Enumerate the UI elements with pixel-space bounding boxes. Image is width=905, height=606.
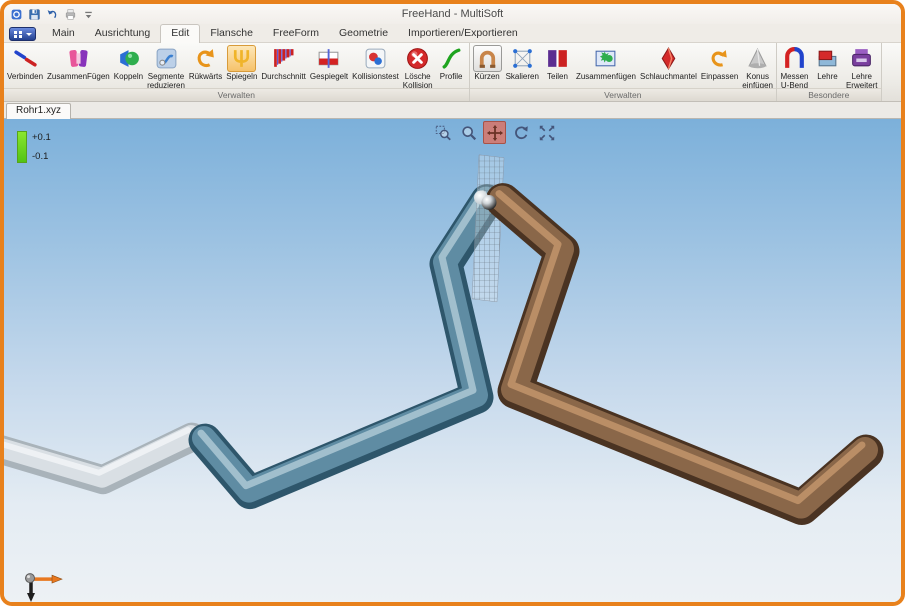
skalieren-icon [508,45,537,72]
application-window: FreeHand - MultiSoft MainAusrichtungEdit… [0,0,905,606]
ribbon-tab-bar: MainAusrichtungEditFlanscheFreeFormGeome… [4,24,901,43]
ribbon-group-title: Verwalten [4,88,469,101]
viewport-toolbar [431,121,558,144]
spiegeln-icon [227,45,256,72]
rotate-icon [512,124,530,142]
ribbon-button-label: Profile [440,73,463,82]
kuerzen-icon [473,45,502,72]
ribbon-button-schlauchmantel[interactable]: Schlauchmantel [638,45,699,82]
window-border: FreeHand - MultiSoft MainAusrichtungEdit… [0,0,905,606]
ribbon-button-lehre[interactable]: Lehre [811,45,844,82]
ribbon-button-messen-ubend[interactable]: Messen U-Bend [778,45,811,91]
ribbon-button-label: Spiegeln [226,73,257,82]
ribbon-button-label: Lehre [817,73,837,82]
title-bar[interactable]: FreeHand - MultiSoft [4,4,901,24]
ribbon-button-label: Verbinden [7,73,43,82]
ribbon-button-kuerzen[interactable]: Kürzen [471,45,504,82]
verbinden-icon [11,45,40,72]
gespiegelt-icon [314,45,343,72]
ribbon-group-title: Besondere [777,88,881,101]
ribbon-button-kollisionstest[interactable]: Kollisionstest [350,45,401,82]
ribbon-button-label: Kollisionstest [352,73,399,82]
pan-button[interactable] [483,121,506,144]
ribbon-button-label: Kürzen [474,73,499,82]
tab-flansche[interactable]: Flansche [200,25,263,42]
ribbon-button-segmente-reduzieren[interactable]: Segmente reduzieren [145,45,187,91]
lehre-erweitert-icon [847,45,876,72]
ribbon-button-koppeln[interactable]: Koppeln [112,45,145,82]
segmente-reduzieren-icon [152,45,181,72]
schlauchmantel-icon [654,45,683,72]
rueckwaerts-icon [191,45,220,72]
legend-min-value: -0.1 [32,151,51,162]
ribbon-button-label: Einpassen [701,73,738,82]
legend-color-bar [17,131,27,163]
ribbon-group-0: Verbinden ZusammenFügen KoppelnSegmente re… [4,43,470,101]
app-menu-button[interactable] [9,27,36,41]
pan-icon [486,124,504,142]
zusammenfuegen-icon [64,45,93,72]
ribbon-button-einpassen[interactable]: Einpassen [699,45,740,82]
zoom-button[interactable] [457,121,480,144]
ribbon-button-durchschnitt[interactable]: Durchschnitt [259,45,307,82]
ribbon-button-profile[interactable]: Profile [435,45,468,82]
ribbon-button-label: Zusammenfügen [576,73,636,82]
zoom-icon [460,124,478,142]
ribbon-button-skalieren[interactable]: Skalieren [504,45,541,82]
ribbon-button-zusammenfuegen2[interactable]: Zusammenfügen [574,45,638,82]
document-tabbar: Rohr1.xyz [4,102,901,119]
ribbon-group-1: Kürzen Skalieren Teilen Zusammenfügen Schlau… [470,43,777,101]
profile-icon [437,45,466,72]
ribbon-button-label: Durchschnitt [261,73,305,82]
konus-einfuegen-icon [743,45,772,72]
loesche-kollision-icon [403,45,432,72]
teilen-icon [543,45,572,72]
ribbon-button-konus-einfuegen[interactable]: Konus einfügen [740,45,775,91]
ribbon-button-label: Gespiegelt [310,73,348,82]
ribbon-button-label: Rükwärts [189,73,222,82]
ribbon-button-lehre-erweitert[interactable]: Lehre Erweitert [844,45,880,91]
tab-main[interactable]: Main [42,25,85,42]
ribbon-button-loesche-kollision[interactable]: Lösche Kollision [401,45,435,91]
tab-importieren-exportieren[interactable]: Importieren/Exportieren [398,25,528,42]
koppeln-icon [114,45,143,72]
zoom-window-button[interactable] [431,121,454,144]
ribbon-button-label: Skalieren [506,73,539,82]
rotate-button[interactable] [509,121,532,144]
viewport-3d[interactable]: +0.1 -0.1 [4,119,901,602]
ribbon-button-zusammenfuegen[interactable]: ZusammenFügen [45,45,112,82]
legend-max-value: +0.1 [32,132,51,143]
kollisionstest-icon [361,45,390,72]
tab-edit[interactable]: Edit [160,24,200,43]
ribbon-button-spiegeln[interactable]: Spiegeln [224,45,259,82]
ribbon-button-label: Koppeln [114,73,143,82]
durchschnitt-icon [269,45,298,72]
zoom-window-icon [434,124,452,142]
tab-freeform[interactable]: FreeForm [263,25,329,42]
ribbon: Verbinden ZusammenFügen KoppelnSegmente re… [4,43,901,102]
scene-svg-container [4,119,901,602]
ribbon-group-2: Messen U-Bend Lehre Lehre ErweitertBesonde… [777,43,882,101]
ribbon-group-title: Verwalten [470,88,776,101]
window-title: FreeHand - MultiSoft [4,8,901,20]
tab-geometrie[interactable]: Geometrie [329,25,398,42]
ribbon-groups: Verbinden ZusammenFügen KoppelnSegmente re… [4,43,882,101]
einpassen-icon [705,45,734,72]
deviation-legend: +0.1 -0.1 [17,131,51,163]
fit-view-button[interactable] [535,121,558,144]
ribbon-button-teilen[interactable]: Teilen [541,45,574,82]
messen-ubend-icon [780,45,809,72]
ribbon-button-label: ZusammenFügen [47,73,110,82]
ribbon-button-label: Schlauchmantel [640,73,697,82]
document-tab-rohr1-xyz[interactable]: Rohr1.xyz [6,103,71,119]
ribbon-button-rueckwaerts[interactable]: Rükwärts [187,45,224,82]
fit-view-icon [538,124,556,142]
ribbon-button-verbinden[interactable]: Verbinden [5,45,45,82]
ribbon-button-label: Teilen [547,73,568,82]
tab-ausrichtung[interactable]: Ausrichtung [85,25,160,42]
ribbon-tabs: MainAusrichtungEditFlanscheFreeFormGeome… [42,24,528,42]
zusammenfuegen2-icon [591,45,620,72]
lehre-icon [813,45,842,72]
ribbon-button-gespiegelt[interactable]: Gespiegelt [308,45,350,82]
